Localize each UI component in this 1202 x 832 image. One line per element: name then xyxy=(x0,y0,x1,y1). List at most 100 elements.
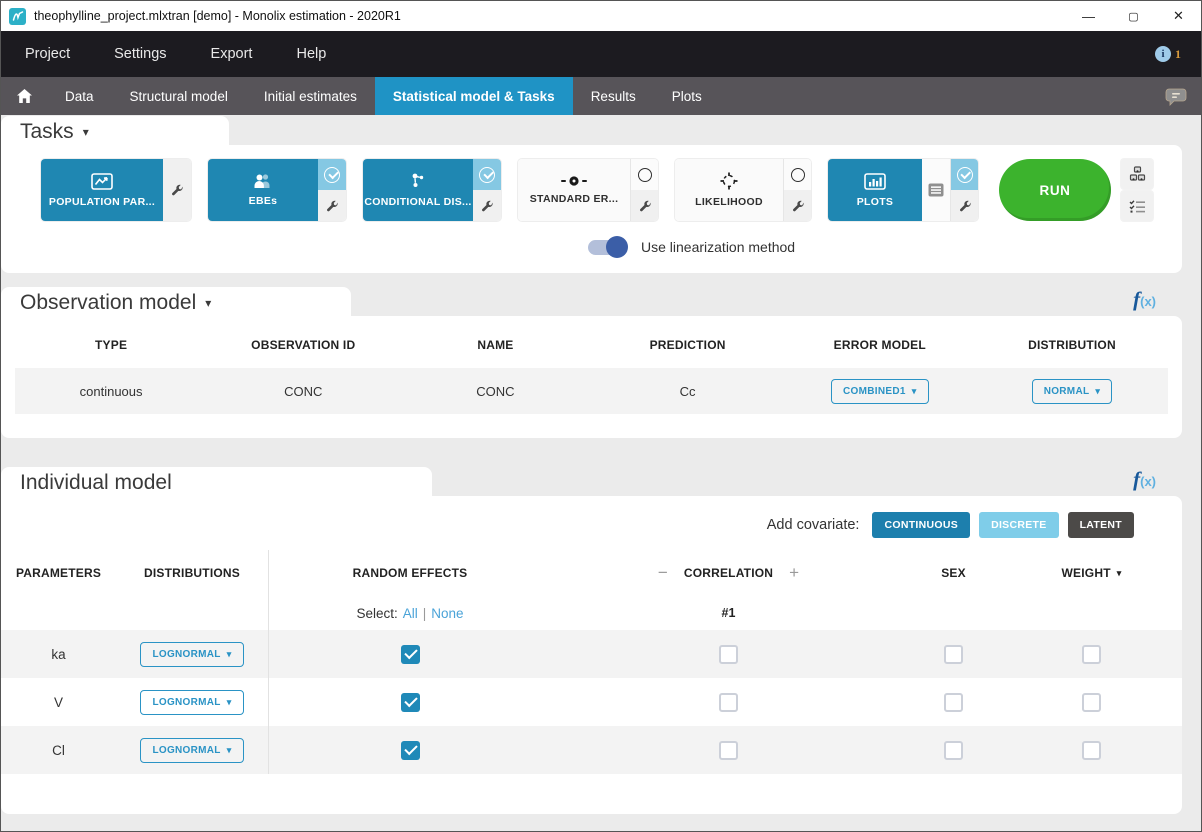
task-ebes-main[interactable]: EBEs xyxy=(208,159,318,221)
cell-type: continuous xyxy=(15,384,207,399)
correlation-checkbox-v[interactable] xyxy=(719,693,738,712)
linearization-toggle[interactable] xyxy=(588,240,626,255)
individual-model-title: Individual model xyxy=(20,471,172,495)
correlation-checkbox-cl[interactable] xyxy=(719,741,738,760)
correlation-checkbox-ka[interactable] xyxy=(719,645,738,664)
tab-data[interactable]: Data xyxy=(47,77,112,115)
add-latent-covariate-button[interactable]: LATENT xyxy=(1068,512,1134,538)
tab-results[interactable]: Results xyxy=(573,77,654,115)
col-sex[interactable]: SEX xyxy=(906,550,1001,596)
add-discrete-covariate-button[interactable]: DISCRETE xyxy=(979,512,1059,538)
task-settings-wrench-button[interactable] xyxy=(951,190,978,221)
monolix-window: theophylline_project.mlxtran [demo] - Mo… xyxy=(0,0,1202,832)
task-settings-wrench-button[interactable] xyxy=(163,159,191,221)
info-icon[interactable]: i xyxy=(1155,46,1171,62)
distribution-dropdown[interactable]: NORMAL▾ xyxy=(1032,379,1113,404)
workflow-button[interactable] xyxy=(1121,159,1153,189)
remove-correlation-button[interactable]: − xyxy=(658,563,668,583)
tab-home[interactable] xyxy=(1,77,47,115)
sex-covariate-checkbox-v[interactable] xyxy=(944,693,963,712)
sex-covariate-checkbox-cl[interactable] xyxy=(944,741,963,760)
wrench-icon xyxy=(958,199,972,213)
tab-initial-estimates[interactable]: Initial estimates xyxy=(246,77,375,115)
weight-covariate-checkbox-ka[interactable] xyxy=(1082,645,1101,664)
parameter-row-ka: ka LOGNORMAL▾ xyxy=(1,630,1182,678)
weight-covariate-checkbox-v[interactable] xyxy=(1082,693,1101,712)
distribution-dropdown-ka[interactable]: LOGNORMAL▾ xyxy=(140,642,243,667)
task-status-indicator[interactable] xyxy=(784,159,811,190)
distribution-dropdown-cl[interactable]: LOGNORMAL▾ xyxy=(140,738,243,763)
tasks-title: Tasks xyxy=(20,120,74,144)
linearization-row: Use linearization method xyxy=(41,239,1182,255)
parameter-name: Cl xyxy=(1,726,116,774)
task-settings-wrench-button[interactable] xyxy=(784,190,811,221)
random-effect-checkbox-v[interactable] xyxy=(401,693,420,712)
close-button[interactable]: ✕ xyxy=(1156,1,1201,31)
fx-icon-x: (x) xyxy=(1140,474,1156,489)
task-settings-wrench-button[interactable] xyxy=(473,190,501,221)
task-status-indicator[interactable] xyxy=(318,159,346,190)
plots-list-button[interactable] xyxy=(922,159,950,221)
minimize-button[interactable]: — xyxy=(1066,1,1111,31)
task-standard-errors-main[interactable]: STANDARD ER... xyxy=(518,159,630,221)
menu-settings[interactable]: Settings xyxy=(114,46,166,62)
feedback-button[interactable] xyxy=(1165,77,1201,115)
menu-export[interactable]: Export xyxy=(211,46,253,62)
add-correlation-button[interactable]: + xyxy=(789,563,799,583)
error-model-value: COMBINED1 xyxy=(843,386,906,397)
caret-down-icon: ▾ xyxy=(227,649,232,660)
notification-count: 1 xyxy=(1175,47,1181,62)
menu-project[interactable]: Project xyxy=(25,46,70,62)
task-likelihood[interactable]: LIKELIHOOD xyxy=(675,159,811,221)
tasks-title-tab[interactable]: Tasks ▾ xyxy=(1,116,229,145)
wrench-icon xyxy=(791,199,805,213)
task-plots-main[interactable]: PLOTS xyxy=(828,159,922,221)
task-settings-wrench-button[interactable] xyxy=(631,190,658,221)
task-conditional-distribution-main[interactable]: CONDITIONAL DIS... xyxy=(363,159,473,221)
distribution-value: LOGNORMAL xyxy=(152,745,220,756)
tab-plots[interactable]: Plots xyxy=(654,77,720,115)
run-button[interactable]: RUN xyxy=(999,159,1111,221)
individual-fx-button[interactable]: f(x) xyxy=(1133,467,1156,492)
col-weight[interactable]: WEIGHT▾ xyxy=(1001,550,1182,596)
random-effect-checkbox-ka[interactable] xyxy=(401,645,420,664)
task-plots[interactable]: PLOTS xyxy=(828,159,978,221)
task-ebes[interactable]: EBEs xyxy=(208,159,346,221)
parameter-row-cl: Cl LOGNORMAL▾ xyxy=(1,726,1182,774)
random-effect-checkbox-cl[interactable] xyxy=(401,741,420,760)
task-label: PLOTS xyxy=(857,196,894,208)
sex-covariate-checkbox-ka[interactable] xyxy=(944,645,963,664)
linearization-label: Use linearization method xyxy=(641,239,795,255)
distribution-dropdown-v[interactable]: LOGNORMAL▾ xyxy=(140,690,243,715)
task-conditional-distribution[interactable]: CONDITIONAL DIS... xyxy=(363,159,501,221)
add-continuous-covariate-button[interactable]: CONTINUOUS xyxy=(872,512,970,538)
run-utility-buttons xyxy=(1121,159,1153,221)
menu-help[interactable]: Help xyxy=(296,46,326,62)
observation-fx-button[interactable]: f(x) xyxy=(1133,287,1156,312)
col-observation-id: OBSERVATION ID xyxy=(207,338,399,352)
select-all-link[interactable]: All xyxy=(403,606,418,621)
task-population-parameters[interactable]: POPULATION PAR... xyxy=(41,159,191,221)
tab-statistical-model-tasks[interactable]: Statistical model & Tasks xyxy=(375,77,573,115)
fx-icon-x: (x) xyxy=(1140,294,1156,309)
task-likelihood-main[interactable]: LIKELIHOOD xyxy=(675,159,783,221)
col-distribution: DISTRIBUTION xyxy=(976,338,1168,352)
weight-covariate-checkbox-cl[interactable] xyxy=(1082,741,1101,760)
maximize-button[interactable]: ▢ xyxy=(1111,1,1156,31)
task-settings-wrench-button[interactable] xyxy=(318,190,346,221)
error-model-dropdown[interactable]: COMBINED1 ▾ xyxy=(831,379,929,404)
task-population-parameters-main[interactable]: POPULATION PAR... xyxy=(41,159,163,221)
col-name: NAME xyxy=(399,338,591,352)
add-covariate-label: Add covariate: xyxy=(767,517,860,533)
caret-down-icon: ▾ xyxy=(912,386,917,397)
individual-model-card: Add covariate: CONTINUOUS DISCRETE LATEN… xyxy=(1,496,1182,814)
cell-observation-id: CONC xyxy=(207,384,399,399)
task-checklist-button[interactable] xyxy=(1121,191,1153,221)
task-status-indicator[interactable] xyxy=(473,159,501,190)
task-status-indicator[interactable] xyxy=(631,159,658,190)
task-status-indicator[interactable] xyxy=(951,159,978,190)
tab-structural-model[interactable]: Structural model xyxy=(112,77,246,115)
select-none-link[interactable]: None xyxy=(431,606,463,621)
observation-model-title-tab[interactable]: Observation model ▾ xyxy=(1,287,351,316)
task-standard-errors[interactable]: STANDARD ER... xyxy=(518,159,658,221)
